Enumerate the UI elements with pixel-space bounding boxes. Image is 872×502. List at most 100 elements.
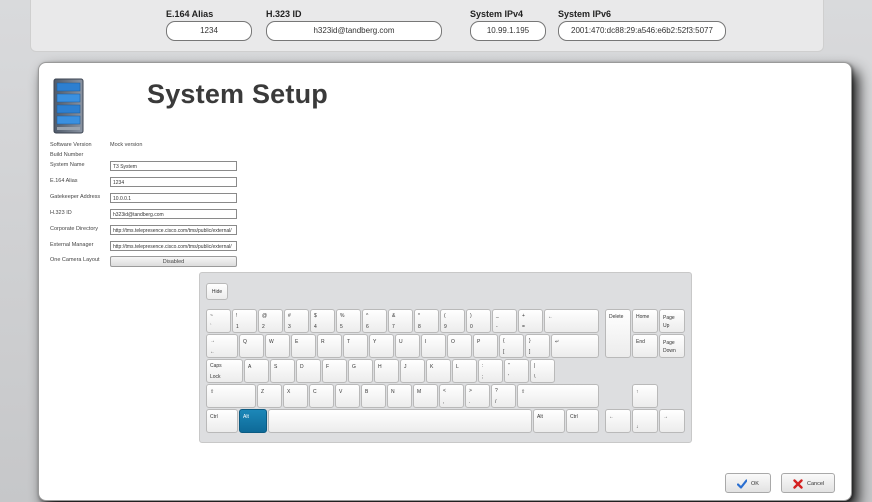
- arrow-left-key[interactable]: ←: [605, 409, 631, 433]
- key-e[interactable]: E: [291, 334, 316, 358]
- build-number-label: Build Number: [50, 152, 84, 158]
- key-quote[interactable]: " ': [504, 359, 529, 383]
- checkmark-icon: [737, 479, 747, 489]
- software-version-value: Mock version: [110, 142, 143, 148]
- key-j[interactable]: J: [400, 359, 425, 383]
- onscreen-keyboard: Hide ~ ` ! 1 @2 #3 $4 % 5 ^ 6 & 7 * 8 (9 ) 0 _ -…: [199, 272, 692, 443]
- key-semicolon[interactable]: :;: [478, 359, 503, 383]
- system-info-bar: E.164 Alias 1234 H.323 ID h323id@tandber…: [0, 0, 872, 56]
- system-ipv6-field: 2001:470:dc88:29:a546:e6b2:52f3:5077: [558, 21, 726, 41]
- key-3[interactable]: #3: [284, 309, 309, 333]
- key-s[interactable]: S: [270, 359, 295, 383]
- key-z[interactable]: Z: [257, 384, 282, 408]
- field-label: System Name: [50, 162, 85, 168]
- key-6[interactable]: ^ 6: [362, 309, 387, 333]
- external-manager-input[interactable]: http://tms.telepresence.cisco.com/tms/pu…: [110, 241, 237, 251]
- key-d[interactable]: D: [296, 359, 321, 383]
- key-8[interactable]: * 8: [414, 309, 439, 333]
- cancel-label: Cancel: [807, 481, 825, 487]
- key-close-bracket[interactable]: }]: [525, 334, 550, 358]
- software-version-label: Software Version: [50, 142, 92, 148]
- key-slash[interactable]: ? /: [491, 384, 516, 408]
- key-y[interactable]: Y: [369, 334, 394, 358]
- tab-key[interactable]: → ←: [206, 334, 238, 358]
- space-bar[interactable]: [268, 409, 532, 433]
- shift-left-key[interactable]: ⇧: [206, 384, 256, 408]
- system-ipv6-label: System IPv6: [558, 9, 612, 19]
- key-backtick[interactable]: ~ `: [206, 309, 231, 333]
- h323-id-input[interactable]: h323id@tandberg.com: [110, 209, 237, 219]
- key-h[interactable]: H: [374, 359, 399, 383]
- arrow-down-key[interactable]: ↓: [632, 409, 658, 433]
- system-name-input[interactable]: T3 System: [110, 161, 237, 171]
- key-7[interactable]: & 7: [388, 309, 413, 333]
- key-m[interactable]: M: [413, 384, 438, 408]
- key-minus[interactable]: _ -: [492, 309, 517, 333]
- key-t[interactable]: T: [343, 334, 368, 358]
- backspace-key[interactable]: ←: [544, 309, 599, 333]
- ok-label: OK: [751, 481, 759, 487]
- key-n[interactable]: N: [387, 384, 412, 408]
- one-camera-layout-label: One Camera Layout: [50, 257, 100, 263]
- field-label: External Manager: [50, 242, 94, 248]
- key-u[interactable]: U: [395, 334, 420, 358]
- cancel-button[interactable]: Cancel: [781, 473, 835, 493]
- arrow-right-key[interactable]: →: [659, 409, 685, 433]
- key-1[interactable]: ! 1: [232, 309, 257, 333]
- home-key[interactable]: Home: [632, 309, 658, 333]
- key-comma[interactable]: <,: [439, 384, 464, 408]
- alt-right-key[interactable]: Alt: [533, 409, 565, 433]
- e164-alias-input[interactable]: 1234: [110, 177, 237, 187]
- cancel-x-icon: [793, 479, 803, 489]
- shift-right-key[interactable]: ⇧: [517, 384, 599, 408]
- key-i[interactable]: I: [421, 334, 446, 358]
- key-g[interactable]: G: [348, 359, 373, 383]
- e164-alias-field: 1234: [166, 21, 252, 41]
- key-4[interactable]: $4: [310, 309, 335, 333]
- page-down-key[interactable]: Page Down: [659, 334, 685, 358]
- key-0[interactable]: ) 0: [466, 309, 491, 333]
- key-2[interactable]: @2: [258, 309, 283, 333]
- corporate-directory-input[interactable]: http://tms.telepresence.cisco.com/tms/pu…: [110, 225, 237, 235]
- e164-alias-label: E.164 Alias: [166, 9, 214, 19]
- ok-button[interactable]: OK: [725, 473, 771, 493]
- key-p[interactable]: P: [473, 334, 498, 358]
- key-l[interactable]: L: [452, 359, 477, 383]
- system-ipv6-group: System IPv6 2001:470:dc88:29:a546:e6b2:5…: [558, 9, 726, 41]
- key-period[interactable]: >.: [465, 384, 490, 408]
- hide-keyboard-button[interactable]: Hide: [206, 283, 228, 300]
- enter-key[interactable]: ↵: [551, 334, 599, 358]
- key-backslash[interactable]: | \: [530, 359, 555, 383]
- arrow-up-key[interactable]: ↑: [632, 384, 658, 408]
- key-r[interactable]: R: [317, 334, 342, 358]
- end-key[interactable]: End: [632, 334, 658, 358]
- system-setup-window: System Setup Software Version Mock versi…: [38, 62, 852, 501]
- delete-key[interactable]: Delete: [605, 309, 631, 358]
- system-ipv4-label: System IPv4: [470, 9, 524, 19]
- key-5[interactable]: % 5: [336, 309, 361, 333]
- key-v[interactable]: V: [335, 384, 360, 408]
- gatekeeper-address-input[interactable]: 10.0.0.1: [110, 193, 237, 203]
- key-a[interactable]: A: [244, 359, 269, 383]
- field-label: Corporate Directory: [50, 226, 98, 232]
- one-camera-layout-button[interactable]: Disabled: [110, 256, 237, 267]
- ctrl-right-key[interactable]: Ctrl: [566, 409, 599, 433]
- key-x[interactable]: X: [283, 384, 308, 408]
- system-ipv4-field: 10.99.1.195: [470, 21, 546, 41]
- key-c[interactable]: C: [309, 384, 334, 408]
- key-open-bracket[interactable]: {[: [499, 334, 524, 358]
- key-q[interactable]: Q: [239, 334, 264, 358]
- key-k[interactable]: K: [426, 359, 451, 383]
- system-ipv4-group: System IPv4 10.99.1.195: [470, 9, 546, 41]
- key-f[interactable]: F: [322, 359, 347, 383]
- key-o[interactable]: O: [447, 334, 472, 358]
- key-w[interactable]: W: [265, 334, 290, 358]
- key-b[interactable]: B: [361, 384, 386, 408]
- page-up-key[interactable]: Page Up: [659, 309, 685, 333]
- ctrl-left-key[interactable]: Ctrl: [206, 409, 238, 433]
- key-9[interactable]: (9: [440, 309, 465, 333]
- caps-lock-key[interactable]: Caps Lock: [206, 359, 243, 383]
- key-equals[interactable]: + =: [518, 309, 543, 333]
- alt-left-key[interactable]: Alt: [239, 409, 267, 433]
- field-label: Gatekeeper Address: [50, 194, 101, 200]
